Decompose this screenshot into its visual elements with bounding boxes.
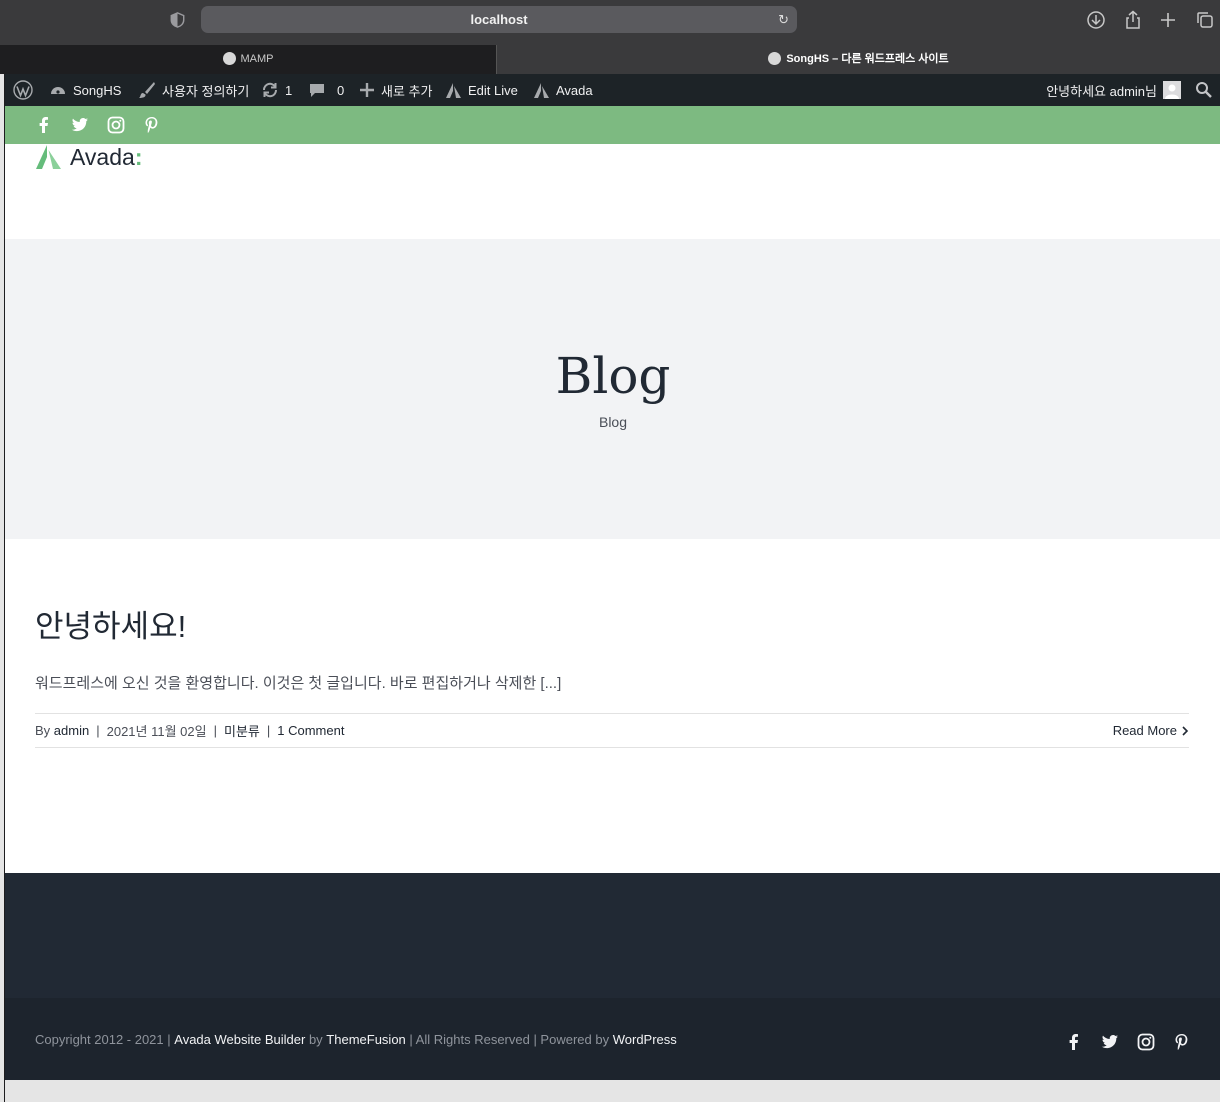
paintbrush-icon: [139, 82, 155, 98]
new-tab-icon[interactable]: [1158, 10, 1178, 30]
facebook-icon[interactable]: [35, 116, 53, 134]
header-social-links: [35, 106, 161, 144]
avada-logo-icon: [534, 82, 549, 98]
share-icon[interactable]: [1123, 10, 1143, 30]
category-link[interactable]: 미분류: [224, 721, 260, 740]
logo-wordmark: Avada:: [70, 143, 143, 170]
site-header: Avada:: [5, 144, 1220, 239]
post-meta: By admin | 2021년 11월 02일 | 미분류 | 1 Comme…: [35, 713, 1189, 748]
themefusion-link[interactable]: ThemeFusion: [326, 1032, 405, 1047]
page-title-bar: Blog Blog: [5, 239, 1220, 539]
footer-social-links: [1065, 998, 1191, 1086]
site-logo[interactable]: Avada:: [35, 144, 142, 170]
twitter-icon[interactable]: [71, 116, 89, 134]
page-title: Blog: [555, 347, 671, 405]
search-icon[interactable]: [1195, 81, 1213, 99]
avada-logo-icon: [36, 145, 61, 169]
header-top-bar: [5, 106, 1220, 144]
instagram-icon[interactable]: [1137, 1033, 1155, 1051]
post-date: 2021년 11월 02일: [106, 724, 207, 739]
updates-count: 1: [285, 82, 293, 98]
wp-admin-bar: SongHS 사용자 정의하기 1 0 새로 추가 Edit Live Avad…: [5, 74, 1220, 106]
dashboard-gauge-icon: [51, 87, 65, 94]
instagram-icon[interactable]: [107, 116, 125, 134]
twitter-icon[interactable]: [1101, 1033, 1119, 1051]
avada-menu[interactable]: Avada: [533, 74, 593, 106]
my-account-menu[interactable]: 안녕하세요 admin님: [1046, 81, 1181, 100]
comments-link[interactable]: 0: [309, 74, 344, 106]
avada-logo-icon: [446, 82, 461, 98]
breadcrumb: Blog: [598, 414, 628, 430]
edit-live-link[interactable]: Edit Live: [445, 74, 518, 106]
page-bottom-gap: [5, 1080, 1220, 1102]
chevron-right-icon: [1182, 725, 1189, 736]
pinterest-icon[interactable]: [1173, 1033, 1191, 1051]
tab-overview-icon[interactable]: [1195, 10, 1215, 30]
mamp-favicon-icon: [222, 51, 236, 65]
author-link[interactable]: admin: [54, 723, 89, 738]
customize-link[interactable]: 사용자 정의하기: [138, 74, 249, 106]
page-viewport: SongHS 사용자 정의하기 1 0 새로 추가 Edit Live Avad…: [4, 74, 1220, 1102]
comments-count: 0: [337, 82, 345, 98]
wordpress-logo-button[interactable]: [13, 74, 33, 106]
updates-link[interactable]: 1: [261, 74, 292, 106]
user-avatar-icon: [1163, 81, 1181, 99]
facebook-icon[interactable]: [1065, 1033, 1083, 1051]
address-bar[interactable]: localhost ↻: [201, 6, 797, 33]
read-more-link[interactable]: Read More: [1113, 714, 1189, 747]
address-text: localhost: [470, 12, 528, 27]
wordpress-link[interactable]: WordPress: [613, 1032, 677, 1047]
wordpress-icon: [13, 80, 33, 100]
footer-copyright-bar: Copyright 2012 - 2021 | Avada Website Bu…: [5, 998, 1220, 1080]
site-name: SongHS: [73, 82, 122, 98]
comments-link[interactable]: 1 Comment: [277, 723, 344, 738]
browser-toolbar: localhost ↻: [0, 0, 1220, 45]
tab-mamp[interactable]: MAMP: [0, 45, 497, 74]
download-icon[interactable]: [1086, 10, 1106, 30]
copyright-text: Copyright 2012 - 2021 | Avada Website Bu…: [35, 1031, 677, 1047]
site-name-menu[interactable]: SongHS: [49, 74, 121, 106]
pinterest-icon[interactable]: [143, 116, 161, 134]
post-excerpt: 워드프레스에 오신 것을 환영합니다. 이것은 첫 글입니다. 바로 편집하거나…: [35, 675, 562, 692]
privacy-shield-icon[interactable]: [170, 12, 185, 28]
avada-builder-link[interactable]: Avada Website Builder: [174, 1032, 305, 1047]
site-favicon-icon: [768, 51, 782, 65]
post-title-link[interactable]: 안녕하세요!: [35, 601, 186, 646]
plus-icon: [360, 83, 374, 97]
updates-refresh-icon: [262, 82, 278, 98]
user-greeting: 안녕하세요 admin님: [1046, 83, 1157, 99]
footer-widgets-area: [5, 873, 1220, 998]
comment-bubble-icon: [310, 84, 324, 97]
tab-songhs[interactable]: SongHS – 다른 워드프레스 사이트: [497, 45, 1220, 74]
admin-bar-secondary: 안녕하세요 admin님: [1046, 74, 1220, 106]
tab-bar: MAMP SongHS – 다른 워드프레스 사이트: [0, 45, 1220, 74]
reload-icon[interactable]: ↻: [778, 6, 789, 33]
new-content-menu[interactable]: 새로 추가: [359, 74, 432, 106]
